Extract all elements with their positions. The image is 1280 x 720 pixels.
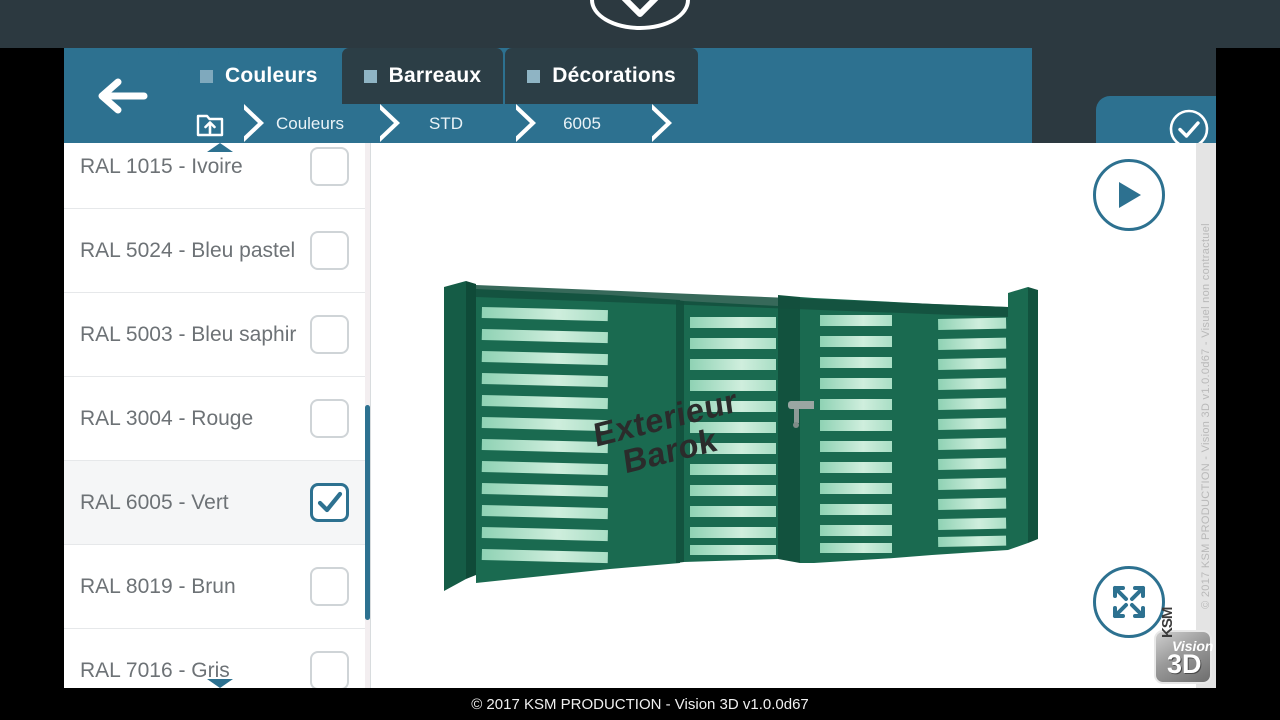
fullscreen-button[interactable] xyxy=(1093,566,1165,638)
panel-pull-handle[interactable] xyxy=(590,0,690,30)
color-list-sidebar[interactable]: RAL 1015 - Ivoire RAL 5024 - Bleu pastel… xyxy=(64,143,371,688)
list-item-label: RAL 5024 - Bleu pastel xyxy=(80,239,295,263)
list-item-label: RAL 8019 - Brun xyxy=(80,575,236,599)
list-item-label: RAL 5003 - Bleu saphir xyxy=(80,323,296,347)
check-icon xyxy=(317,490,343,516)
play-animation-button[interactable] xyxy=(1093,159,1165,231)
list-item-label: RAL 6005 - Vert xyxy=(80,491,229,515)
content-area: RAL 1015 - Ivoire RAL 5024 - Bleu pastel… xyxy=(64,143,1216,688)
list-item-checkbox[interactable] xyxy=(310,567,349,606)
copyright-watermark: © 2017 KSM PRODUCTION - Vision 3D v1.0.0… xyxy=(1196,143,1216,688)
list-item[interactable]: RAL 8019 - Brun xyxy=(64,545,371,629)
list-item[interactable]: RAL 5003 - Bleu saphir xyxy=(64,293,371,377)
logo-version-text: 3D xyxy=(1167,651,1202,678)
top-strip xyxy=(0,0,1280,48)
list-item-label: RAL 3004 - Rouge xyxy=(80,407,253,431)
tab-bullet-icon xyxy=(200,70,213,83)
breadcrumb-label: Couleurs xyxy=(276,114,344,134)
color-list: RAL 1015 - Ivoire RAL 5024 - Bleu pastel… xyxy=(64,143,371,688)
header-bar: Couleurs Barreaux Décorations Couleurs xyxy=(64,48,1216,143)
list-item[interactable]: RAL 5024 - Bleu pastel xyxy=(64,209,371,293)
list-item[interactable]: RAL 3004 - Rouge xyxy=(64,377,371,461)
tab-decorations-label: Décorations xyxy=(552,64,676,88)
model-viewer[interactable]: Exterieur Barok © xyxy=(372,143,1216,688)
vision3d-logo: KSM Vision 3D xyxy=(1154,630,1212,684)
logo-brand-text: KSM xyxy=(1159,608,1176,638)
tab-bullet-icon xyxy=(527,70,540,83)
tab-couleurs[interactable]: Couleurs xyxy=(178,48,340,104)
back-button[interactable] xyxy=(64,48,178,143)
sidebar-scrollbar-track[interactable] xyxy=(365,143,370,688)
sidebar-scrollbar-thumb[interactable] xyxy=(365,405,370,620)
fullscreen-icon xyxy=(1110,583,1148,621)
back-arrow-icon xyxy=(94,78,148,114)
copyright-watermark-text: © 2017 KSM PRODUCTION - Vision 3D v1.0.0… xyxy=(1200,223,1212,609)
breadcrumb-label: STD xyxy=(429,114,463,134)
footer-bar: © 2017 KSM PRODUCTION - Vision 3D v1.0.0… xyxy=(0,688,1280,720)
tab-barreaux[interactable]: Barreaux xyxy=(342,48,504,104)
tab-barreaux-label: Barreaux xyxy=(389,64,482,88)
tab-couleurs-label: Couleurs xyxy=(225,64,318,88)
list-item-checkbox[interactable] xyxy=(310,231,349,270)
play-icon xyxy=(1114,179,1144,211)
list-item-checkbox[interactable] xyxy=(310,315,349,354)
scroll-up-indicator-icon[interactable] xyxy=(207,143,233,152)
breadcrumb-label: 6005 xyxy=(563,114,601,134)
tab-decorations[interactable]: Décorations xyxy=(505,48,698,104)
list-item[interactable]: RAL 1015 - Ivoire xyxy=(64,143,371,209)
chevron-down-icon xyxy=(620,0,660,20)
tab-bar: Couleurs Barreaux Décorations xyxy=(178,48,700,104)
folder-up-icon xyxy=(195,109,225,139)
list-item-selected[interactable]: RAL 6005 - Vert xyxy=(64,461,371,545)
gate-3d-model xyxy=(432,273,1052,643)
breadcrumb: Couleurs STD 6005 xyxy=(178,104,646,143)
list-item-label: RAL 1015 - Ivoire xyxy=(80,155,243,179)
scroll-down-indicator-icon[interactable] xyxy=(207,679,233,688)
list-item-checkbox[interactable] xyxy=(310,147,349,186)
footer-copyright-text: © 2017 KSM PRODUCTION - Vision 3D v1.0.0… xyxy=(471,696,809,713)
list-item-checkbox[interactable] xyxy=(310,651,349,688)
letterbox-right xyxy=(1216,48,1280,688)
vision3d-logo-inner: KSM Vision 3D xyxy=(1156,632,1210,682)
list-item-checkbox[interactable] xyxy=(310,399,349,438)
list-item-checkbox-checked[interactable] xyxy=(310,483,349,522)
letterbox-left xyxy=(0,48,64,688)
tab-bullet-icon xyxy=(364,70,377,83)
app-root: Couleurs Barreaux Décorations Couleurs xyxy=(0,0,1280,720)
breadcrumb-item-home[interactable] xyxy=(178,104,238,143)
